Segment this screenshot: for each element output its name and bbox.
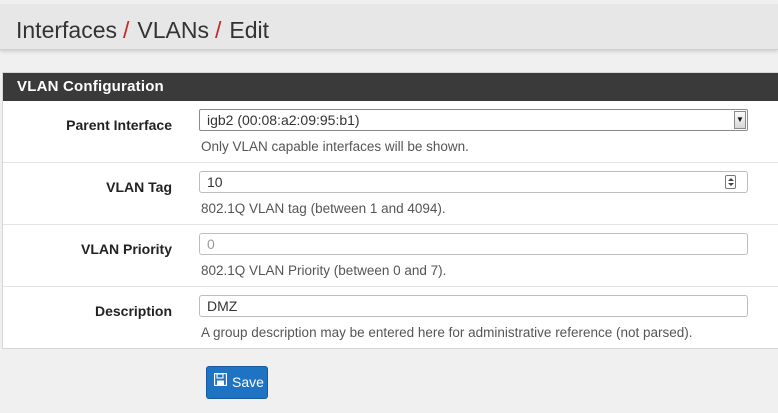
number-spinner-icon[interactable] xyxy=(725,175,736,189)
description-value: DMZ xyxy=(207,298,238,314)
parent-interface-row: Parent Interface igb2 (00:08:a2:09:95:b1… xyxy=(3,101,778,163)
vlan-priority-label: VLAN Priority xyxy=(80,241,172,257)
vlan-tag-help: 802.1Q VLAN tag (between 1 and 4094). xyxy=(201,201,446,216)
breadcrumb-separator: / xyxy=(123,17,130,43)
description-row: Description DMZ A group description may … xyxy=(3,287,778,349)
vlan-tag-label: VLAN Tag xyxy=(106,179,172,195)
floppy-disk-icon xyxy=(213,366,228,397)
page-header: Interfaces / VLANs / Edit xyxy=(0,4,778,50)
vlan-priority-input[interactable]: 0 xyxy=(199,233,748,255)
vlan-configuration-panel: VLAN Configuration Parent Interface igb2… xyxy=(2,72,778,349)
vlan-priority-row: VLAN Priority 0 802.1Q VLAN Priority (be… xyxy=(3,225,778,287)
parent-interface-value: igb2 (00:08:a2:09:95:b1) xyxy=(207,112,360,128)
breadcrumb-interfaces[interactable]: Interfaces xyxy=(16,17,117,43)
breadcrumb-separator: / xyxy=(214,17,222,43)
description-input[interactable]: DMZ xyxy=(199,295,748,317)
save-button-label: Save xyxy=(232,374,264,390)
vlan-tag-input[interactable]: 10 xyxy=(199,171,748,193)
breadcrumb-vlans[interactable]: VLANs xyxy=(137,17,209,43)
parent-interface-label: Parent Interface xyxy=(66,117,172,133)
parent-interface-select[interactable]: igb2 (00:08:a2:09:95:b1) ▼ xyxy=(199,109,748,131)
breadcrumb: Interfaces / VLANs / Edit xyxy=(16,16,269,44)
description-label: Description xyxy=(94,303,172,319)
breadcrumb-current: Edit xyxy=(229,17,270,43)
parent-interface-help: Only VLAN capable interfaces will be sho… xyxy=(201,139,469,154)
vlan-tag-value: 10 xyxy=(207,174,223,190)
save-button[interactable]: Save xyxy=(206,366,268,399)
panel-title: VLAN Configuration xyxy=(3,73,778,101)
vlan-priority-placeholder: 0 xyxy=(207,236,215,252)
vlan-tag-row: VLAN Tag 10 802.1Q VLAN tag (between 1 a… xyxy=(3,163,778,225)
chevron-down-icon[interactable]: ▼ xyxy=(734,111,746,129)
vlan-priority-help: 802.1Q VLAN Priority (between 0 and 7). xyxy=(201,263,447,278)
description-help: A group description may be entered here … xyxy=(201,325,693,340)
